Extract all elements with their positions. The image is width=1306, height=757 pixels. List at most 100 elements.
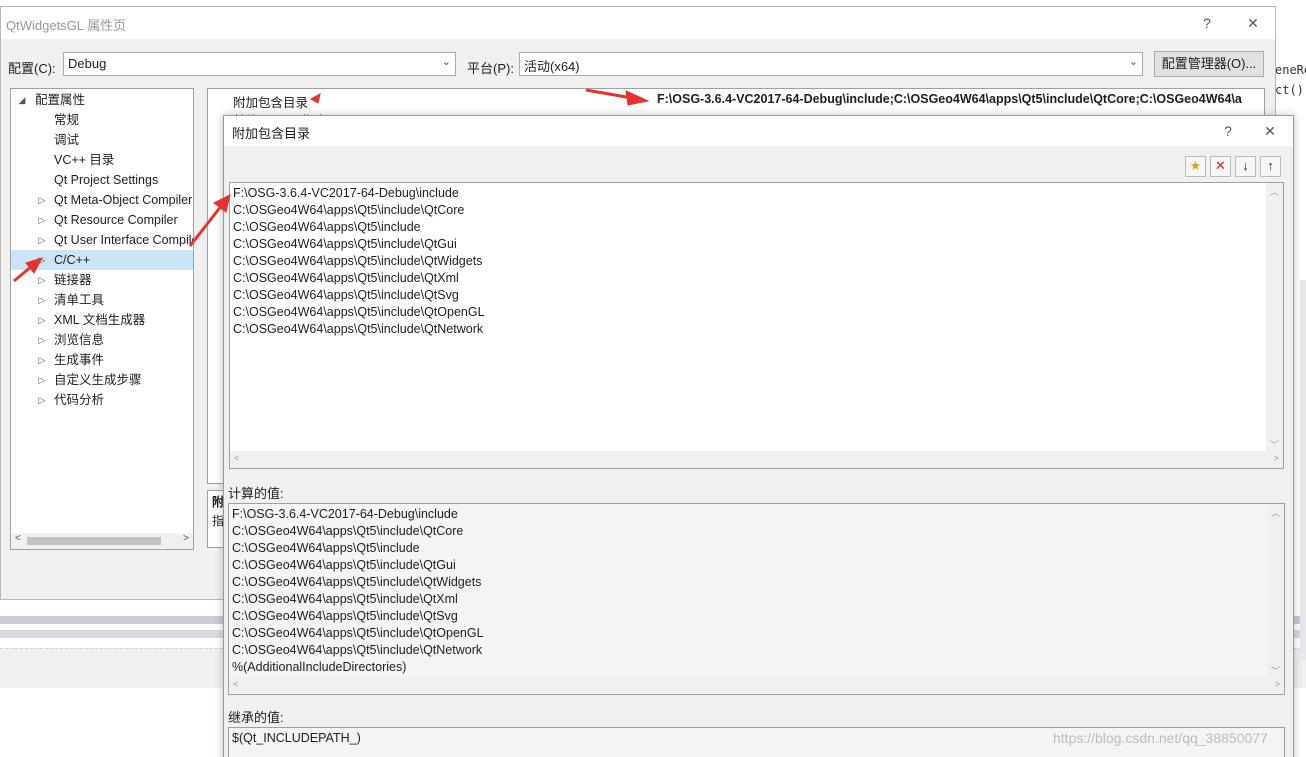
inner-close-button[interactable]: ✕ (1258, 121, 1282, 141)
chevron-down-icon: ⌄ (1128, 56, 1138, 68)
tree-item[interactable]: 常规 (11, 110, 193, 130)
tree-item-label: 生成事件 (54, 353, 105, 367)
tree-item[interactable]: 调试 (11, 130, 193, 150)
expand-arrow-icon[interactable]: ▷ (37, 390, 47, 410)
tree-item[interactable]: ▷ 代码分析 (11, 390, 193, 410)
delete-button[interactable]: ✕ (1210, 156, 1231, 177)
background-scrollbar (1300, 280, 1306, 660)
evaluated-value-row: C:\OSGeo4W64\apps\Qt5\include\QtGui (232, 558, 456, 572)
expand-arrow-icon[interactable]: ▷ (37, 250, 47, 270)
scroll-left-icon[interactable]: < (233, 679, 238, 689)
move-down-button[interactable]: ↓ (1235, 156, 1256, 177)
tree-item-label: 清单工具 (54, 293, 105, 307)
background-code-line: eneRe (1275, 63, 1306, 77)
background-code-line: ct() (1275, 83, 1304, 97)
tree-item[interactable]: Qt Project Settings (11, 170, 193, 190)
include-dir-entry[interactable]: C:\OSGeo4W64\apps\Qt5\include\QtGui (230, 236, 1283, 253)
config-label: 配置(C): (8, 61, 56, 76)
watermark: https://blog.csdn.net/qq_38850077 (1053, 730, 1268, 746)
tree-item[interactable]: ▷ 链接器 (11, 270, 193, 290)
expand-arrow-icon[interactable]: ▷ (37, 350, 47, 370)
tree-item[interactable]: ◢ 配置属性 (11, 90, 193, 110)
inherited-label: 继承的值: (228, 710, 284, 725)
include-dir-entry[interactable]: C:\OSGeo4W64\apps\Qt5\include\QtOpenGL (230, 304, 1283, 321)
tree-item[interactable]: ▷ 自定义生成步骤 (11, 370, 193, 390)
scroll-up-icon[interactable]: ︿ (1267, 506, 1284, 519)
tree-item[interactable]: ▷ XML 文档生成器 (11, 310, 193, 330)
tree-hscroll[interactable]: < > (11, 533, 193, 549)
scroll-down-icon[interactable]: ﹀ (1267, 664, 1284, 677)
scroll-thumb[interactable] (27, 537, 161, 545)
delete-icon: ✕ (1215, 158, 1226, 173)
scroll-left-icon[interactable]: < (15, 533, 21, 544)
config-manager-button[interactable]: 配置管理器(O)... (1154, 51, 1264, 77)
tree-item-label: 调试 (54, 133, 80, 147)
scroll-up-icon[interactable]: ︿ (1266, 185, 1283, 198)
help-button[interactable]: ? (1195, 13, 1219, 33)
evaluated-value-row: %(AdditionalIncludeDirectories) (232, 660, 407, 674)
tree-item-label: 浏览信息 (54, 333, 105, 347)
evaluated-value-row: C:\OSGeo4W64\apps\Qt5\include\QtCore (232, 524, 464, 538)
platform-dropdown-value: 活动(x64) (524, 59, 580, 74)
move-up-button[interactable]: ↑ (1260, 156, 1281, 177)
include-dir-entry[interactable]: C:\OSGeo4W64\apps\Qt5\include\QtXml (230, 270, 1283, 287)
tree-item-label: Qt Resource Compiler (54, 213, 178, 227)
inner-help-button[interactable]: ? (1216, 121, 1240, 141)
include-directories-dialog: 附加包含目录 ? ✕ ★ ✕ ↓ ↑ F:\OSG-3.6.4-VC2017-6… (223, 115, 1294, 757)
tree-item-label: Qt Meta-Object Compiler (54, 193, 193, 207)
include-dir-entry[interactable]: C:\OSGeo4W64\apps\Qt5\include (230, 219, 1283, 236)
tree-item[interactable]: ▷ 清单工具 (11, 290, 193, 310)
editor-vscroll[interactable]: ︿ ﹀ (1266, 183, 1283, 453)
tree-item[interactable]: ▷ Qt Resource Compiler (11, 210, 193, 230)
expand-arrow-icon[interactable]: ▷ (37, 230, 47, 250)
scroll-right-icon[interactable]: > (1275, 679, 1280, 689)
evaluated-value-row: C:\OSGeo4W64\apps\Qt5\include\QtNetwork (232, 643, 483, 657)
expand-arrow-icon[interactable]: ▷ (37, 290, 47, 310)
evaluated-vscroll[interactable]: ︿ ﹀ (1267, 504, 1284, 679)
scroll-down-icon[interactable]: ﹀ (1266, 438, 1283, 451)
include-dir-entry[interactable]: C:\OSGeo4W64\apps\Qt5\include\QtNetwork (230, 321, 1283, 338)
background-code-fragment: eneRe ct() (1272, 60, 1306, 110)
tree-item[interactable]: ▷ 生成事件 (11, 350, 193, 370)
evaluated-value-row: C:\OSGeo4W64\apps\Qt5\include\QtWidgets (232, 575, 482, 589)
editor-hscroll[interactable]: < > (230, 451, 1283, 468)
arrow-down-icon: ↓ (1242, 158, 1249, 173)
tree-item[interactable]: ▷ C/C++ (11, 250, 193, 270)
dialog-title-bar: QtWidgetsGL 属性页 ? ✕ (1, 7, 1275, 39)
tree-item-label: VC++ 目录 (54, 153, 115, 167)
expand-arrow-icon[interactable]: ▷ (37, 370, 47, 390)
tree-item[interactable]: VC++ 目录 (11, 150, 193, 170)
expand-arrow-icon[interactable]: ▷ (37, 270, 47, 290)
scroll-right-icon[interactable]: > (183, 533, 189, 544)
scroll-right-icon[interactable]: > (1274, 453, 1279, 463)
tree-item-label: 配置属性 (35, 93, 86, 107)
chevron-down-icon: ⌄ (441, 56, 451, 68)
expand-arrow-icon[interactable]: ▷ (37, 210, 47, 230)
include-dir-entry[interactable]: C:\OSGeo4W64\apps\Qt5\include\QtSvg (230, 287, 1283, 304)
expand-arrow-icon[interactable]: ▷ (37, 310, 47, 330)
platform-dropdown[interactable]: 活动(x64) ⌄ (519, 52, 1143, 76)
collapse-arrow-icon[interactable]: ◢ (17, 90, 27, 110)
tree-item[interactable]: ▷ Qt User Interface Compiler (11, 230, 193, 250)
evaluated-value-row: C:\OSGeo4W64\apps\Qt5\include\QtXml (232, 592, 458, 606)
expand-arrow-icon[interactable]: ▷ (37, 190, 47, 210)
property-tree: ◢ 配置属性 常规 调试 VC++ 目录 Qt Project Settings ▷ Qt M… (10, 88, 194, 550)
property-value[interactable]: F:\OSG-3.6.4-VC2017-64-Debug\include;C:\… (657, 92, 1263, 106)
property-name[interactable]: 附加包含目录 (233, 92, 308, 111)
tree-item[interactable]: ▷ Qt Meta-Object Compiler (11, 190, 193, 210)
new-line-button[interactable]: ★ (1185, 156, 1206, 177)
evaluated-hscroll[interactable]: < > (229, 677, 1284, 694)
arrow-up-icon: ↑ (1267, 158, 1274, 173)
include-dir-entry[interactable]: C:\OSGeo4W64\apps\Qt5\include\QtWidgets (230, 253, 1283, 270)
config-dropdown[interactable]: Debug ⌄ (63, 52, 456, 76)
evaluated-value-row: C:\OSGeo4W64\apps\Qt5\include (232, 541, 420, 555)
include-dir-entry[interactable]: C:\OSGeo4W64\apps\Qt5\include\QtCore (230, 202, 1283, 219)
scroll-left-icon[interactable]: < (234, 453, 239, 463)
include-dir-entry[interactable]: F:\OSG-3.6.4-VC2017-64-Debug\include (230, 185, 1283, 202)
config-dropdown-value: Debug (68, 56, 107, 71)
include-dirs-editor[interactable]: F:\OSG-3.6.4-VC2017-64-Debug\include C:\O… (229, 182, 1284, 469)
expand-arrow-icon[interactable]: ▷ (37, 330, 47, 350)
inner-dialog-title: 附加包含目录 (232, 126, 311, 141)
tree-item[interactable]: ▷ 浏览信息 (11, 330, 193, 350)
close-button[interactable]: ✕ (1241, 13, 1265, 33)
